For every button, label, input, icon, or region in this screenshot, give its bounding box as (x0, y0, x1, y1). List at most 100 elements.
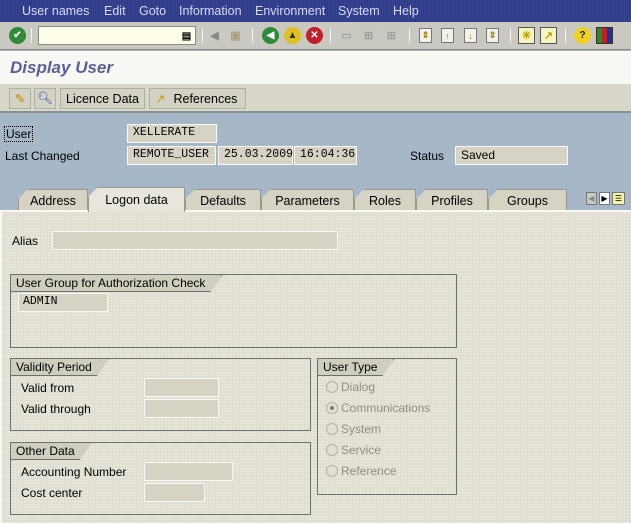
user-type-service[interactable]: Service (326, 443, 381, 457)
tab-roles-label: Roles (369, 193, 401, 208)
command-history-icon[interactable]: ▤ (178, 28, 195, 45)
tab-defaults[interactable]: Defaults (185, 189, 261, 211)
menu-environment[interactable]: Environment (255, 4, 325, 18)
magnifier-icon: 🔍︎ (37, 91, 53, 105)
page-title: Display User (10, 58, 113, 77)
help-icon[interactable]: ? (574, 27, 591, 44)
changed-by-field[interactable]: REMOTE_USER (127, 146, 216, 165)
cancel-icon[interactable]: ✕ (306, 27, 323, 44)
other-data-title: Other Data (11, 443, 92, 460)
user-group-field[interactable]: ADMIN (18, 293, 108, 312)
back-icon[interactable]: ◀ (262, 27, 279, 44)
valid-through-field[interactable] (144, 399, 219, 418)
user-type-box: User Type Dialog Communications System S… (317, 358, 457, 495)
user-type-reference[interactable]: Reference (326, 464, 396, 478)
valid-through-label: Valid through (21, 402, 91, 416)
references-button[interactable]: ↗ References (149, 88, 246, 109)
toolbar-separator (330, 28, 331, 43)
references-label: References (173, 91, 238, 106)
application-toolbar: ✎ 🔍︎ Licence Data ↗ References (0, 84, 631, 113)
tab-groups[interactable]: Groups (488, 189, 567, 211)
print-icon[interactable]: ▭ (338, 27, 355, 44)
tab-parameters-label: Parameters (275, 193, 340, 208)
validity-period-title: Validity Period (11, 359, 109, 376)
toolbar-separator (31, 28, 32, 43)
command-field[interactable] (38, 26, 196, 45)
cost-center-field[interactable] (144, 483, 205, 502)
tab-profiles[interactable]: Profiles (416, 189, 488, 211)
tab-logon-data[interactable]: Logon data (88, 187, 185, 212)
valid-from-field[interactable] (144, 378, 219, 397)
exit-icon[interactable]: ▲ (284, 27, 301, 44)
find-icon[interactable]: ⊞ (360, 27, 377, 44)
pencil-glasses-icon: ✎ (14, 92, 26, 106)
find-next-icon[interactable]: ⊞ (383, 27, 400, 44)
changed-date-field[interactable]: 25.03.2009 (218, 146, 293, 165)
enter-icon[interactable]: ✔ (9, 27, 26, 44)
tab-parameters[interactable]: Parameters (261, 189, 354, 211)
status-field[interactable]: Saved (455, 146, 568, 165)
logon-data-panel: Alias User Group for Authorization Check… (0, 210, 631, 523)
valid-from-label: Valid from (21, 381, 75, 395)
user-type-dialog[interactable]: Dialog (326, 380, 375, 394)
last-page-icon[interactable]: ⇕ (486, 28, 499, 43)
menu-information[interactable]: Information (179, 4, 242, 18)
tab-address-label: Address (30, 193, 76, 208)
changed-time-field[interactable]: 16:04:36 (294, 146, 357, 165)
radio-dialog-label: Dialog (341, 380, 376, 394)
references-icon: ↗ (155, 92, 166, 106)
user-group-box: User Group for Authorization Check ADMIN (10, 274, 457, 348)
accounting-number-field[interactable] (144, 462, 233, 481)
menu-bar: User names Edit Goto Information Environ… (0, 0, 631, 22)
user-type-title: User Type (318, 359, 394, 376)
back-arrow-icon[interactable]: ◀ (206, 27, 223, 44)
toolbar-separator (202, 28, 203, 43)
status-label: Status (410, 149, 445, 163)
menu-edit[interactable]: Edit (104, 4, 126, 18)
menu-user-names[interactable]: User names (22, 4, 89, 18)
user-type-system[interactable]: System (326, 422, 381, 436)
first-page-icon[interactable]: ⇕ (419, 28, 432, 43)
user-type-communications[interactable]: Communications (326, 401, 430, 415)
tab-list-icon[interactable]: ☰ (612, 192, 625, 205)
toolbar-separator (565, 28, 566, 43)
shortcut-icon[interactable]: ↗ (540, 27, 557, 44)
new-session-icon[interactable]: ✳ (518, 27, 535, 44)
user-group-title: User Group for Authorization Check (11, 275, 222, 292)
layout-menu-icon[interactable] (596, 27, 613, 44)
licence-data-button[interactable]: Licence Data (60, 88, 145, 109)
other-user-button[interactable]: 🔍︎ (34, 88, 56, 109)
tab-scroll-left-icon[interactable]: ◀ (586, 192, 597, 205)
last-changed-label: Last Changed (5, 149, 80, 163)
title-bar: Display User (0, 51, 631, 84)
tab-roles[interactable]: Roles (354, 189, 416, 211)
menu-goto[interactable]: Goto (139, 4, 166, 18)
menu-system[interactable]: System (338, 4, 380, 18)
menu-help[interactable]: Help (393, 4, 419, 18)
user-label: User (4, 126, 34, 142)
toolbar-separator (252, 28, 253, 43)
radio-reference[interactable] (326, 465, 338, 477)
tab-address[interactable]: Address (18, 189, 88, 211)
save-icon[interactable]: ▣ (227, 27, 244, 44)
previous-page-icon[interactable]: ↑ (441, 28, 454, 43)
toolbar-separator (409, 28, 410, 43)
radio-service-label: Service (341, 443, 382, 457)
radio-communications[interactable] (326, 402, 338, 414)
tab-scroll-right-icon[interactable]: ▶ (599, 192, 610, 205)
alias-field[interactable] (52, 231, 338, 250)
user-field[interactable]: XELLERATE (127, 124, 217, 143)
tab-profiles-label: Profiles (431, 193, 473, 208)
alias-label: Alias (12, 234, 39, 248)
change-button[interactable]: ✎ (9, 88, 31, 109)
other-data-box: Other Data Accounting Number Cost center (10, 442, 311, 515)
tab-defaults-label: Defaults (200, 193, 246, 208)
radio-system[interactable] (326, 423, 338, 435)
next-page-icon[interactable]: ↓ (464, 28, 477, 43)
validity-period-box: Validity Period Valid from Valid through (10, 358, 311, 431)
radio-dialog[interactable] (326, 381, 338, 393)
radio-system-label: System (341, 422, 382, 436)
accounting-number-label: Accounting Number (21, 465, 127, 479)
radio-service[interactable] (326, 444, 338, 456)
standard-toolbar: ✔ ▤ ◀ ▣ ◀ ▲ ✕ ▭ ⊞ ⊞ ⇕ ↑ ↓ ⇕ ✳ ↗ ? (0, 22, 631, 50)
